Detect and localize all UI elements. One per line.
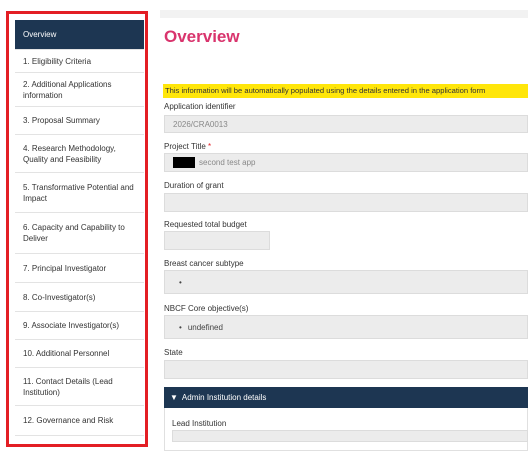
sidebar-item-label: 9. Associate Investigator(s)	[23, 321, 120, 330]
requested-total-budget-label: Requested total budget	[164, 220, 247, 229]
sidebar-item-associate-investigators[interactable]: 9. Associate Investigator(s)	[15, 312, 144, 340]
top-strip	[160, 10, 528, 18]
project-title-field: second test app	[164, 153, 528, 172]
state-label: State	[164, 348, 183, 357]
sidebar-item-label: 11. Contact Details (Lead Institution)	[23, 376, 113, 397]
sidebar-item-overview[interactable]: Overview	[15, 20, 144, 50]
section-sidebar: Overview 1. Eligibility Criteria 2. Addi…	[6, 11, 148, 447]
list-bullet: •	[179, 277, 182, 287]
sidebar-item-co-investigators[interactable]: 8. Co-Investigator(s)	[15, 283, 144, 312]
sidebar-item-proposal-summary[interactable]: 3. Proposal Summary	[15, 107, 144, 135]
sidebar-item-label: 8. Co-Investigator(s)	[23, 292, 96, 302]
sidebar-item-capacity-capability[interactable]: 6. Capacity and Capability to Deliver	[15, 213, 144, 254]
admin-institution-details-title: Admin Institution details	[181, 393, 267, 402]
page-title: Overview	[164, 27, 240, 46]
sidebar-item-label: 3. Proposal Summary	[23, 116, 100, 125]
list-bullet: •	[179, 322, 182, 332]
sidebar-item-contact-details[interactable]: 11. Contact Details (Lead Institution)	[15, 368, 144, 406]
project-title-label: Project Title *	[164, 142, 211, 151]
sidebar-item-label: 5. Transformative Potential and Impact	[23, 182, 134, 203]
sidebar-item-label: 4. Research Methodology, Quality and Fea…	[23, 143, 116, 164]
nbcf-core-objectives-label: NBCF Core objective(s)	[164, 304, 249, 313]
sidebar-item-label: 1. Eligibility Criteria	[23, 56, 92, 66]
lead-institution-label: Lead Institution	[172, 419, 227, 428]
breast-cancer-subtype-field: •	[164, 270, 528, 294]
lead-institution-field	[172, 430, 528, 442]
state-field	[164, 360, 528, 379]
project-title-label-text: Project Title	[164, 142, 206, 151]
sidebar-item-eligibility-criteria[interactable]: 1. Eligibility Criteria	[15, 50, 144, 73]
sidebar-item-additional-personnel[interactable]: 10. Additional Personnel	[15, 340, 144, 368]
sidebar-item-principal-investigator[interactable]: 7. Principal Investigator	[15, 254, 144, 283]
sidebar-item-label: 6. Capacity and Capability to Deliver	[23, 223, 125, 243]
sidebar-item-governance-risk[interactable]: 12. Governance and Risk	[15, 406, 144, 436]
sidebar-item-label: Overview	[23, 30, 57, 39]
auto-populate-notice: This information will be automatically p…	[163, 84, 528, 98]
application-identifier-label: Application identifier	[164, 102, 236, 111]
nbcf-core-objectives-field: • undefined	[164, 315, 528, 339]
redacted-text-block	[173, 157, 195, 168]
sidebar-item-label: 12. Governance and Risk	[23, 416, 114, 425]
required-marker: *	[208, 142, 212, 151]
sidebar-item-additional-applications[interactable]: 2. Additional Applications information	[15, 73, 144, 107]
application-identifier-field: 2026/CRA0013	[164, 115, 528, 133]
duration-of-grant-field	[164, 193, 528, 212]
breast-cancer-subtype-label: Breast cancer subtype	[164, 259, 244, 268]
nbcf-core-objectives-value: undefined	[187, 322, 223, 332]
sidebar-item-research-methodology[interactable]: 4. Research Methodology, Quality and Fea…	[15, 135, 144, 173]
sidebar-item-label: 7. Principal Investigator	[23, 263, 107, 273]
top-bar	[0, 0, 528, 10]
admin-institution-details-toggle[interactable]: ▼ Admin Institution details	[164, 387, 528, 408]
triangle-down-icon: ▼	[170, 393, 178, 402]
project-title-value: second test app	[199, 158, 256, 167]
duration-of-grant-label: Duration of grant	[164, 181, 224, 190]
requested-total-budget-field	[164, 231, 270, 250]
sidebar-item-label: 2. Additional Applications information	[23, 79, 112, 100]
sidebar-item-transformative-potential[interactable]: 5. Transformative Potential and Impact	[15, 173, 144, 213]
sidebar-item-label: 10. Additional Personnel	[23, 349, 110, 358]
application-identifier-value: 2026/CRA0013	[173, 119, 228, 129]
